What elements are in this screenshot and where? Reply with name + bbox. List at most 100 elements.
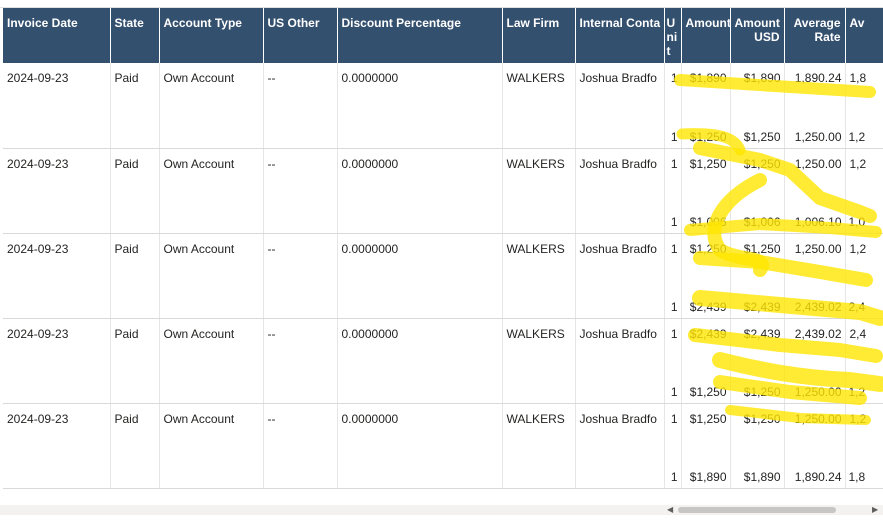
scroll-left-icon[interactable]: ◀: [667, 505, 673, 515]
table-row[interactable]: 2024-09-23 Paid Own Account -- 0.0000000 WALK…: [3, 403, 883, 489]
us-other-cell: --: [263, 318, 338, 404]
average-rate-cell-bottom-value: 1,250.00: [794, 384, 842, 399]
col-header-unit[interactable]: Unit: [664, 8, 682, 63]
amount-usd-cell-top-value: $1,890: [743, 71, 781, 85]
discount-cell-value: 0.0000000: [341, 326, 399, 341]
col-header-amount[interactable]: Amount: [681, 8, 731, 63]
col-header-account-type[interactable]: Account Type: [159, 8, 264, 63]
invoice-date-cell-value: 2024-09-23: [7, 241, 69, 256]
invoice-date-cell: 2024-09-23: [3, 318, 111, 404]
average-rate-cell: 1,250.00 2,439.02: [784, 233, 846, 319]
col-header-state[interactable]: State: [110, 8, 160, 63]
amount-usd-cell: $1,250 $2,439: [730, 233, 785, 319]
av-cell: 1,2 2,4: [845, 233, 883, 319]
law-firm-cell-value: WALKERS: [506, 326, 565, 341]
amount-usd-cell: $1,250 $1,890: [730, 403, 785, 489]
scrollbar-thumb[interactable]: [678, 507, 836, 513]
header-row: Invoice Date State Account Type US Other…: [3, 8, 883, 63]
av-cell-bottom-value: 2,4: [848, 299, 866, 314]
av-cell-bottom-value: 1,2: [848, 129, 866, 144]
amount-cell-bottom-value: $1,890: [689, 469, 727, 484]
invoice-date-cell: 2024-09-23: [3, 403, 111, 489]
unit-cell-top-value: 1: [670, 326, 678, 341]
average-rate-cell-bottom-value: 2,439.02: [794, 299, 842, 314]
amount-cell-bottom-value: $1,006: [689, 214, 727, 229]
table-row[interactable]: 2024-09-23 Paid Own Account -- 0.0000000 WALK…: [3, 63, 883, 149]
state-cell: Paid: [110, 233, 160, 319]
account-type-cell: Own Account: [159, 403, 264, 489]
unit-cell-top-value: 1: [670, 71, 678, 85]
amount-usd-cell-bottom-value: $1,890: [743, 469, 781, 484]
av-cell-bottom-value: 1,8: [848, 469, 866, 484]
amount-cell: $1,890 $1,250: [681, 63, 731, 149]
av-cell-top-value: 1,2: [849, 241, 867, 256]
account-type-cell-value: Own Account: [163, 411, 235, 426]
amount-cell-top-value: $1,250: [689, 241, 727, 256]
horizontal-scrollbar[interactable]: ◀ ▶: [0, 505, 883, 515]
law-firm-cell: WALKERS: [502, 403, 576, 489]
average-rate-cell: 2,439.02 1,250.00: [784, 318, 846, 404]
internal-contact-cell-value: Joshua Bradfo: [579, 411, 657, 426]
col-header-discount-percentage[interactable]: Discount Percentage: [337, 8, 503, 63]
amount-cell: $1,250 $2,439: [681, 233, 731, 319]
table-row[interactable]: 2024-09-23 Paid Own Account -- 0.0000000 WALK…: [3, 233, 883, 319]
discount-cell: 0.0000000: [337, 63, 503, 149]
internal-contact-cell: Joshua Bradfo: [575, 318, 665, 404]
us-other-cell: --: [263, 403, 338, 489]
table-row[interactable]: 2024-09-23 Paid Own Account -- 0.0000000 WALK…: [3, 318, 883, 404]
average-rate-cell-bottom-value: 1,006.10: [794, 214, 842, 229]
unit-cell-top-value: 1: [670, 241, 678, 256]
amount-usd-cell-bottom-value: $1,006: [743, 214, 781, 229]
visual-top-border: [0, 0, 883, 8]
unit-cell: 11: [664, 233, 682, 319]
col-header-amount-usd[interactable]: Amount USD: [730, 8, 785, 63]
col-header-average-rate[interactable]: Average Rate: [784, 8, 846, 63]
av-cell: 1,2 1,8: [845, 403, 883, 489]
state-cell-value: Paid: [114, 71, 139, 85]
visual-bottom-padding: [0, 515, 883, 530]
internal-contact-cell-value: Joshua Bradfo: [579, 241, 657, 256]
av-cell-bottom-value: 1,2: [848, 384, 866, 399]
internal-contact-cell-value: Joshua Bradfo: [579, 326, 657, 341]
us-other-cell-value: --: [267, 411, 276, 426]
unit-cell: 11: [664, 148, 682, 234]
col-header-internal-contact[interactable]: Internal Conta: [575, 8, 665, 63]
amount-cell: $2,439 $1,250: [681, 318, 731, 404]
scroll-right-icon[interactable]: ▶: [872, 505, 878, 515]
amount-usd-cell-bottom-value: $1,250: [743, 129, 781, 144]
us-other-cell: --: [263, 63, 338, 149]
col-header-law-firm[interactable]: Law Firm: [502, 8, 576, 63]
us-other-cell: --: [263, 148, 338, 234]
av-cell-top-value: 1,2: [849, 411, 867, 426]
invoice-date-cell-value: 2024-09-23: [7, 411, 69, 426]
state-cell-value: Paid: [114, 156, 139, 171]
av-cell-top-value: 2,4: [849, 326, 867, 341]
invoice-date-cell-value: 2024-09-23: [7, 156, 69, 171]
average-rate-cell: 1,250.00 1,006.10: [784, 148, 846, 234]
amount-cell-top-value: $1,250: [689, 411, 727, 426]
discount-cell: 0.0000000: [337, 233, 503, 319]
av-cell-bottom-value: 1,0: [848, 214, 866, 229]
discount-cell: 0.0000000: [337, 318, 503, 404]
amount-cell-bottom-value: $1,250: [689, 384, 727, 399]
amount-usd-cell-bottom-value: $2,439: [743, 299, 781, 314]
amount-usd-cell-top-value: $1,250: [743, 411, 781, 426]
state-cell: Paid: [110, 403, 160, 489]
state-cell: Paid: [110, 148, 160, 234]
law-firm-cell-value: WALKERS: [506, 411, 565, 426]
unit-cell-top-value: 1: [670, 411, 678, 426]
table-row[interactable]: 2024-09-23 Paid Own Account -- 0.0000000 WALK…: [3, 148, 883, 234]
account-type-cell-value: Own Account: [163, 241, 235, 256]
amount-usd-cell-top-value: $2,439: [743, 326, 781, 341]
table-visual: Invoice Date State Account Type US Other…: [0, 0, 883, 530]
average-rate-cell-bottom-value: 1,890.24: [794, 469, 842, 484]
invoice-date-cell: 2024-09-23: [3, 148, 111, 234]
amount-usd-cell-top-value: $1,250: [743, 241, 781, 256]
account-type-cell: Own Account: [159, 148, 264, 234]
amount-cell-bottom-value: $2,439: [689, 299, 727, 314]
col-header-invoice-date[interactable]: Invoice Date: [3, 8, 111, 63]
law-firm-cell: WALKERS: [502, 63, 576, 149]
average-rate-cell-top-value: 1,250.00: [794, 241, 842, 256]
col-header-av[interactable]: Av: [845, 8, 883, 63]
col-header-us-other[interactable]: US Other: [263, 8, 338, 63]
